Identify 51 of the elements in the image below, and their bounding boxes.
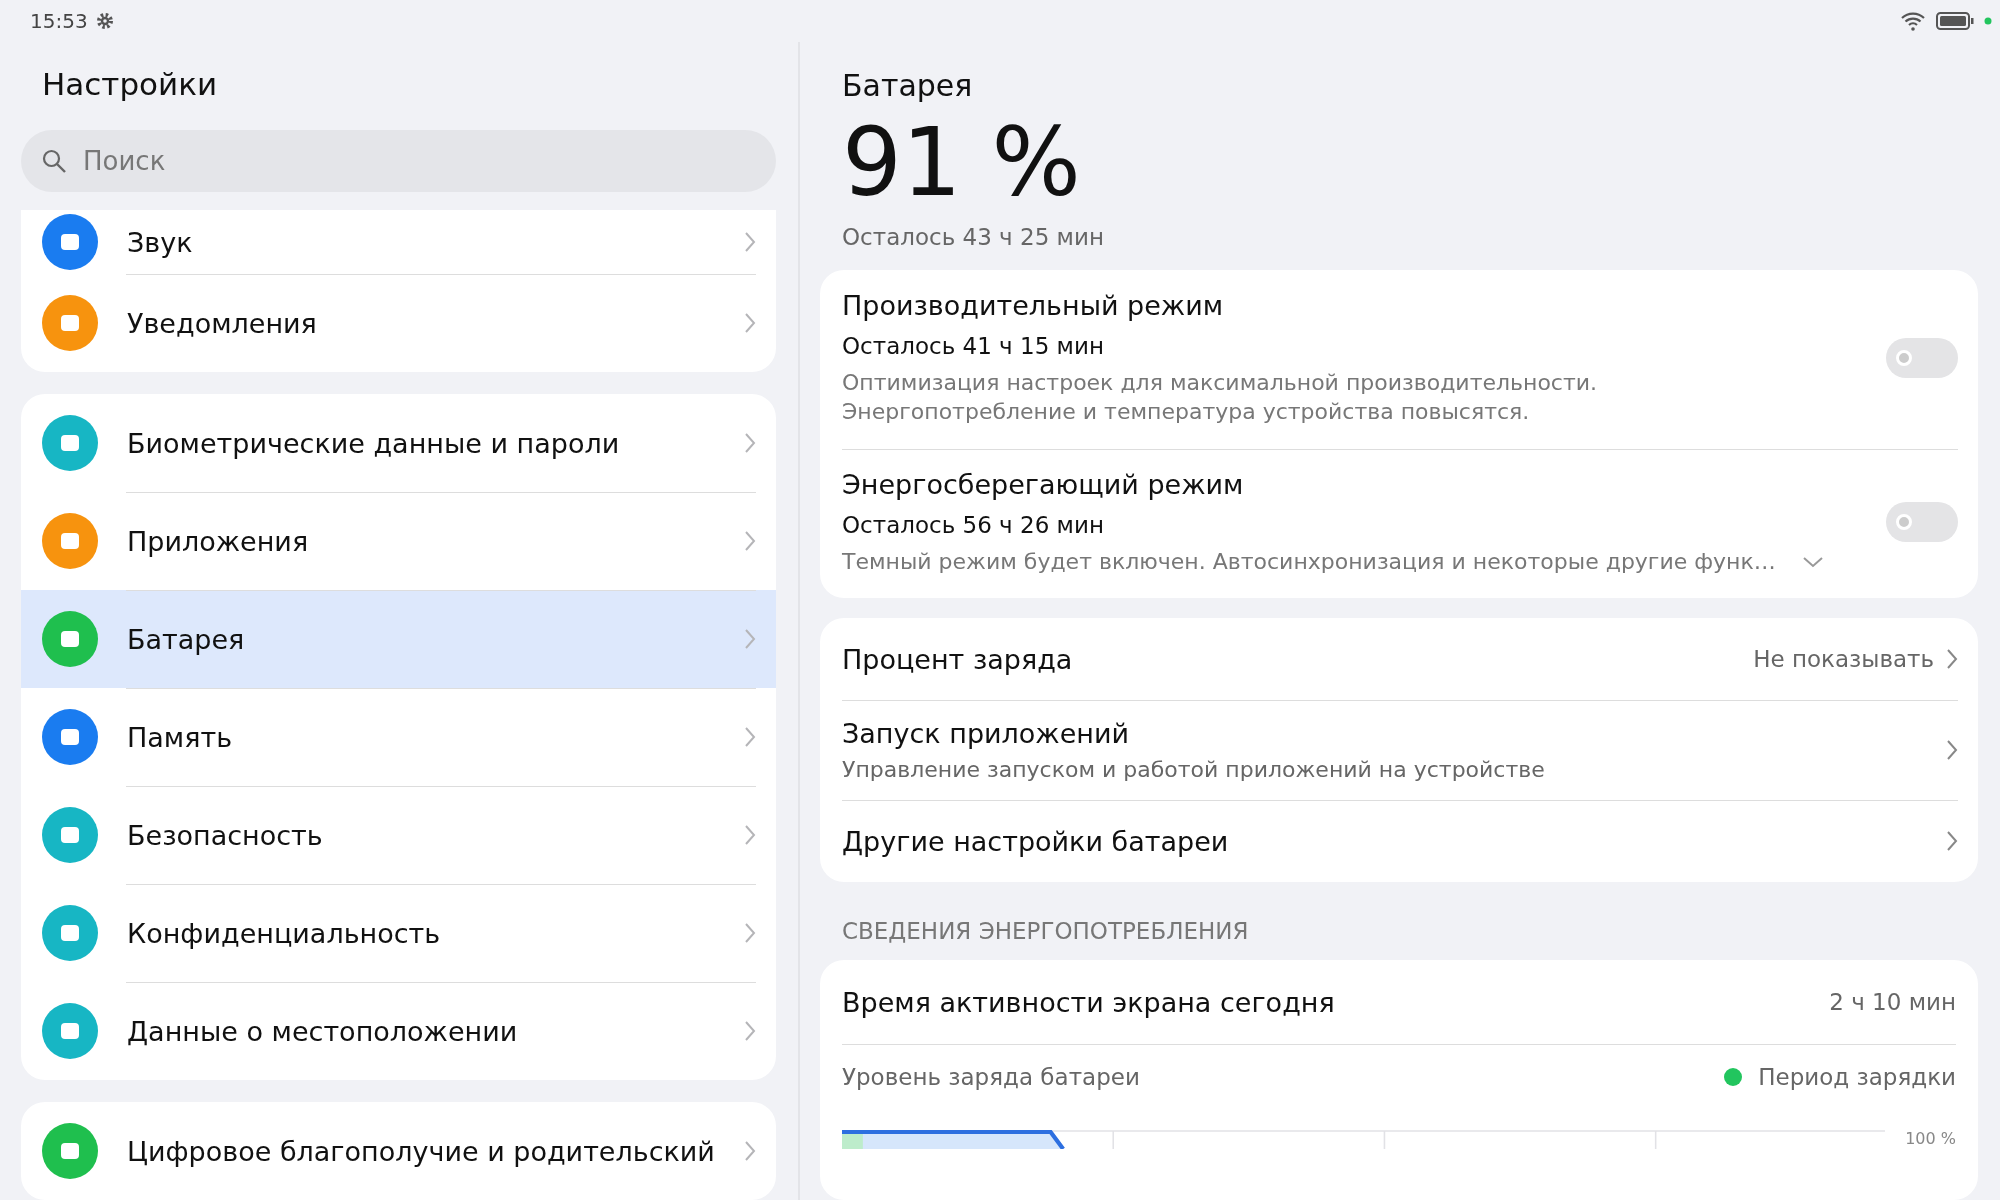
status-time: 15:53	[30, 9, 88, 33]
chevron-icon	[744, 726, 756, 748]
legend-label: Период зарядки	[1758, 1064, 1956, 1091]
usage-value: 2 ч 10 мин	[1829, 989, 1956, 1016]
mode-remaining: Осталось 56 ч 26 мин	[842, 511, 1105, 538]
toggle-switch[interactable]	[1886, 502, 1958, 543]
mode-title: Энергосберегающий режим	[842, 468, 1245, 500]
usage-title: Время активности экрана сегодня	[842, 986, 1335, 1018]
settings-item[interactable]: Звук	[21, 210, 776, 274]
settings-row[interactable]: Запуск приложений Управление запуском и работой приложений на устройстве	[820, 700, 1978, 801]
settings-item[interactable]: Цифровое благополучие и родительский	[21, 1102, 776, 1200]
chevron-icon	[1946, 830, 1958, 853]
mode-remaining: Осталось 41 ч 15 мин	[842, 333, 1105, 360]
remaining-time: Осталось 43 ч 25 мин	[841, 223, 1105, 251]
sidebar-title: Настройки	[41, 65, 219, 104]
settings-item[interactable]: Приложения	[21, 492, 776, 590]
settings-item[interactable]: Батарея	[21, 590, 776, 688]
chevron-icon	[1946, 739, 1958, 762]
expand-chevron-icon[interactable]	[1801, 555, 1824, 568]
section-header: СВЕДЕНИЯ ЭНЕРГОПОТРЕБЛЕНИЯ	[841, 917, 1250, 945]
mode-description: Темный режим будет включен. Автосинхронизация и некоторые другие функ…	[842, 547, 1776, 576]
chevron-icon	[744, 432, 756, 454]
settings-item[interactable]: Биометрические данные и пароли	[21, 394, 776, 492]
settings-row[interactable]: Другие настройки батареи	[820, 800, 1978, 883]
mode-title: Производительный режим	[842, 290, 1225, 322]
chevron-icon	[744, 312, 756, 334]
chevron-icon	[744, 922, 756, 944]
settings-item[interactable]: Данные о местоположении	[21, 982, 776, 1080]
chevron-icon	[744, 231, 756, 253]
battery-icon	[1936, 11, 1974, 31]
settings-item[interactable]: Конфиденциальность	[21, 884, 776, 982]
settings-item[interactable]: Уведомления	[21, 274, 776, 372]
chart-title: Уровень заряда батареи	[842, 1064, 1140, 1091]
page-title: Батарея	[841, 67, 974, 103]
settings-row[interactable]: Процент заряда Не показывать	[820, 618, 1978, 701]
chevron-icon	[744, 530, 756, 552]
axis-label: 100 %	[1905, 1129, 1956, 1149]
search-field[interactable]: Поиск	[21, 130, 776, 192]
battery-percent: 91 %	[841, 107, 1082, 215]
chevron-icon	[744, 824, 756, 846]
chevron-icon	[744, 628, 756, 650]
chevron-icon	[1946, 648, 1958, 671]
mode-description: Оптимизация настроек для максимальной производительности. Энергопотребление и температура устройства повысятся.	[842, 369, 1598, 426]
wifi-icon	[1900, 11, 1926, 31]
settings-item[interactable]: Память	[21, 688, 776, 786]
toggle-switch[interactable]	[1886, 338, 1958, 379]
search-icon	[41, 148, 67, 174]
settings-item[interactable]: Безопасность	[21, 786, 776, 884]
chevron-icon	[744, 1140, 756, 1162]
chevron-icon	[744, 1020, 756, 1042]
status-dot-icon	[1984, 17, 1992, 25]
